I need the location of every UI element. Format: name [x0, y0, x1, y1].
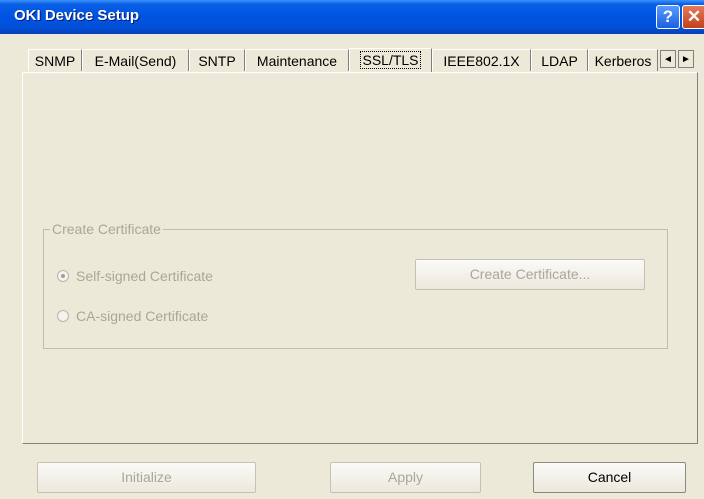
tab-ldap[interactable]: LDAP [531, 49, 588, 71]
tab-label: Kerberos [594, 53, 652, 69]
tab-maintenance[interactable]: Maintenance [245, 49, 349, 71]
tab-label: SNMP [34, 53, 76, 69]
tab-label: SNTP [198, 53, 236, 69]
title-bar: OKI Device Setup ? ✕ [0, 0, 704, 34]
apply-button[interactable]: Apply [330, 462, 481, 493]
help-button[interactable]: ? [656, 5, 680, 29]
tab-scroll-left-button[interactable]: ◄ [660, 50, 676, 68]
arrow-right-icon: ► [681, 54, 691, 65]
help-icon: ? [662, 7, 674, 26]
tab-ssl-tls[interactable]: SSL/TLS [349, 48, 432, 72]
tab-label: IEEE802.1X [443, 53, 520, 69]
close-button[interactable]: ✕ [682, 5, 704, 29]
tab-scroll-right-button[interactable]: ► [678, 50, 694, 68]
ca-signed-radio[interactable] [57, 310, 69, 322]
tab-sntp[interactable]: SNTP [189, 49, 245, 71]
arrow-left-icon: ◄ [663, 54, 673, 65]
cancel-button[interactable]: Cancel [533, 462, 686, 493]
tab-kerberos[interactable]: Kerberos [588, 49, 658, 71]
self-signed-radio[interactable] [57, 270, 69, 282]
initialize-button[interactable]: Initialize [37, 462, 256, 493]
tab-label: SSL/TLS [360, 51, 421, 69]
create-certificate-group-title: Create Certificate [50, 221, 163, 237]
tab-label: E-Mail(Send) [94, 53, 177, 69]
close-icon: ✕ [686, 7, 702, 26]
create-certificate-button[interactable]: Create Certificate... [415, 259, 645, 290]
tab-ieee8021x[interactable]: IEEE802.1X [432, 49, 531, 71]
window-title: OKI Device Setup [14, 7, 140, 24]
tab-email-send[interactable]: E-Mail(Send) [82, 49, 189, 71]
self-signed-label: Self-signed Certificate [76, 268, 213, 284]
tab-label: LDAP [541, 53, 578, 69]
tab-snmp[interactable]: SNMP [28, 49, 82, 71]
ca-signed-label: CA-signed Certificate [76, 308, 209, 324]
tab-label: Maintenance [256, 53, 338, 69]
tab-strip: SNMP E-Mail(Send) SNTP Maintenance SSL/T… [0, 34, 704, 74]
